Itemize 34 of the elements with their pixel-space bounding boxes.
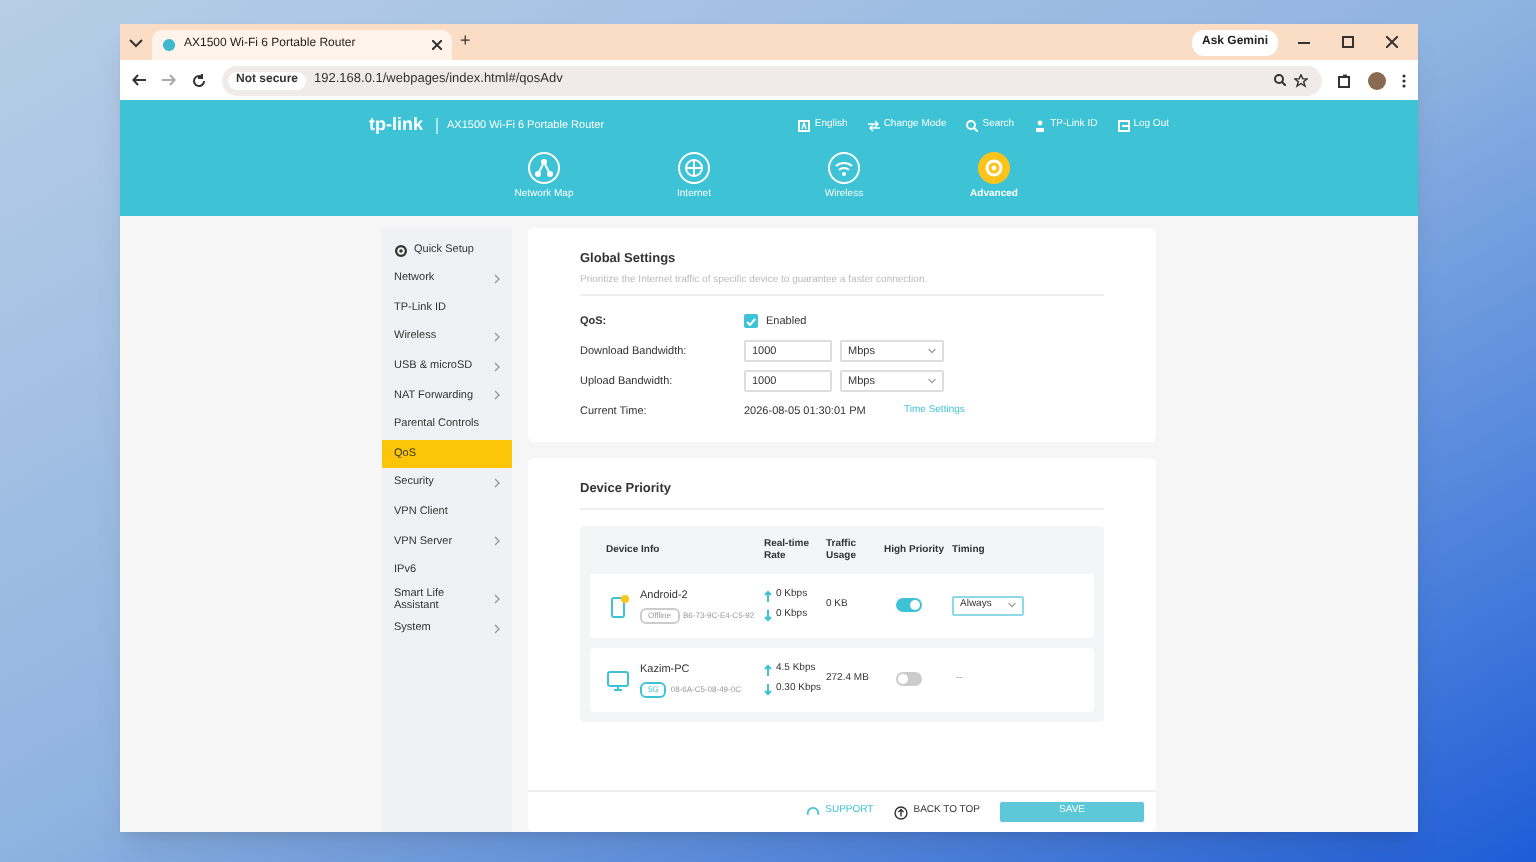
square-letter-icon: [798, 120, 811, 132]
avatar-icon[interactable]: [1368, 71, 1386, 89]
star-icon[interactable]: [1294, 73, 1308, 87]
gear-icon: [978, 152, 1010, 184]
toggle-switch[interactable]: [896, 598, 922, 613]
down-arrow-icon: [764, 684, 772, 696]
person-icon: [1034, 120, 1047, 132]
globe-icon: [678, 152, 710, 184]
down-arrow-icon: [764, 610, 772, 622]
switch-icon: [867, 120, 880, 132]
checkbox[interactable]: [744, 314, 758, 329]
wifi-icon: [828, 152, 860, 184]
minimize-icon[interactable]: [1298, 41, 1310, 43]
maximize-icon[interactable]: [1342, 36, 1354, 48]
up-arrow-icon: [764, 589, 772, 601]
caret-icon: [1008, 602, 1016, 609]
caret-icon[interactable]: [128, 34, 144, 50]
close-icon[interactable]: [1386, 36, 1398, 48]
logout-icon: [1117, 120, 1130, 132]
brand-logo: tp-link: [369, 112, 423, 139]
up-arrow-icon: [764, 663, 772, 675]
new-tab-button[interactable]: +: [460, 28, 471, 56]
reload-icon[interactable]: [192, 73, 206, 87]
caret-icon: [928, 348, 936, 355]
toggle-switch[interactable]: [896, 672, 922, 687]
gear-icon: [394, 244, 408, 258]
back-icon[interactable]: [132, 74, 146, 86]
close-icon[interactable]: [432, 40, 442, 50]
tab-favicon-icon: [162, 38, 176, 52]
search-icon[interactable]: [1274, 74, 1286, 86]
up-arrow-icon: [893, 805, 908, 819]
caret-icon: [928, 378, 936, 385]
search-icon: [966, 120, 979, 132]
network-icon: [528, 152, 560, 184]
